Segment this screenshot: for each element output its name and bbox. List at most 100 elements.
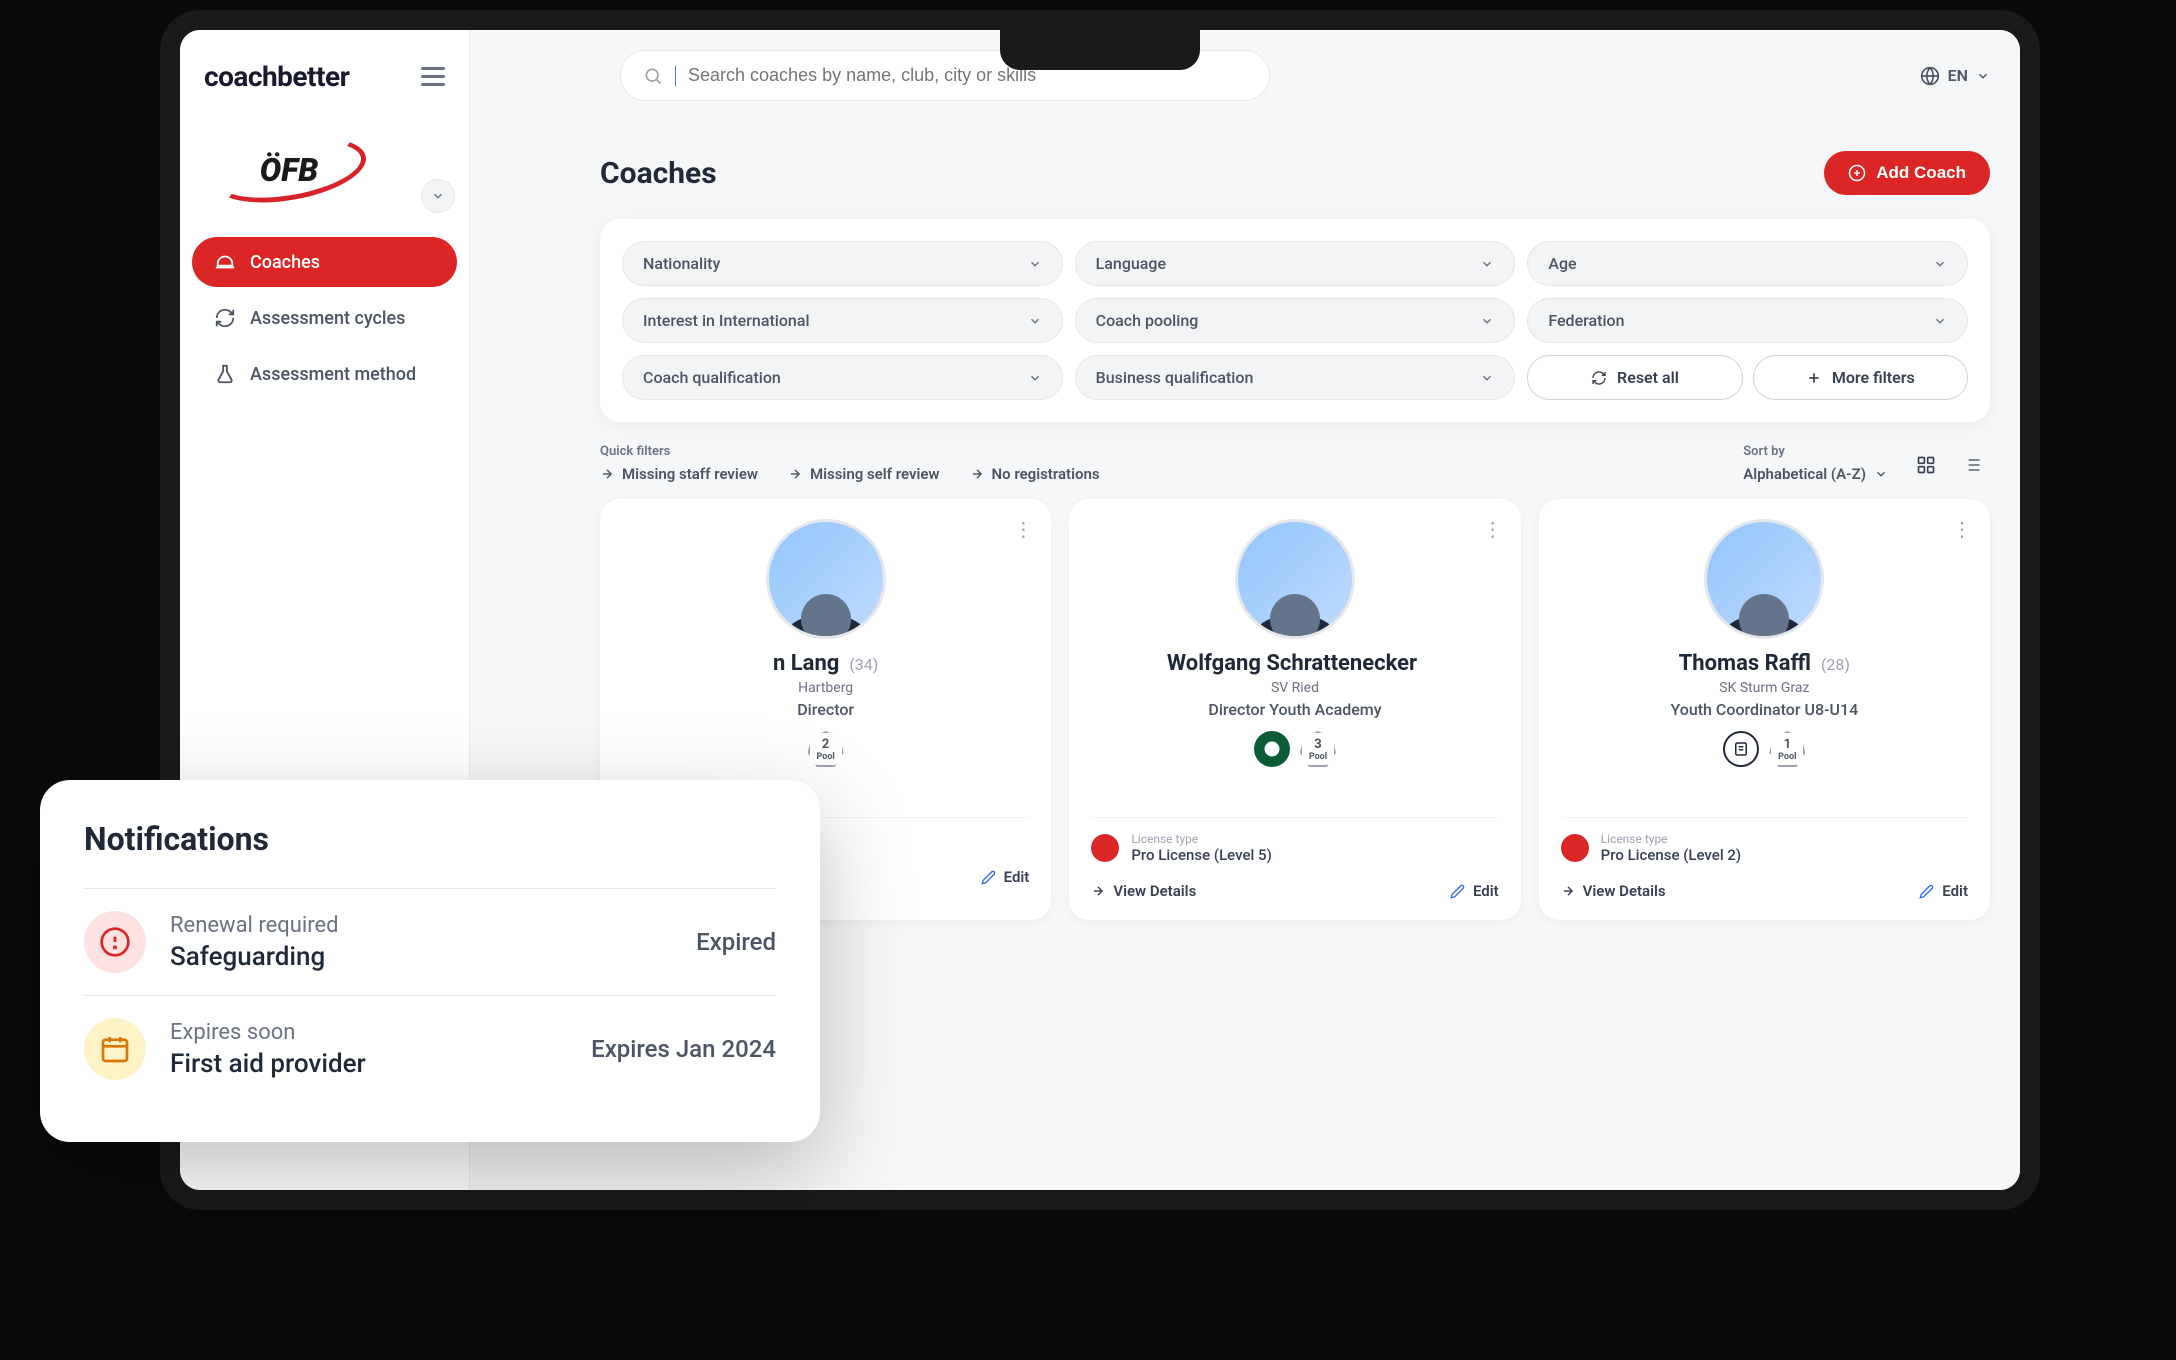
chevron-down-icon <box>1933 257 1947 271</box>
pool-badge: 3 Pool <box>1300 731 1336 767</box>
view-details-button[interactable]: View Details <box>1091 882 1196 900</box>
text-cursor <box>675 66 676 86</box>
helmet-icon <box>214 251 236 273</box>
coach-club: SV Ried <box>1091 680 1498 696</box>
notifications-title: Notifications <box>84 820 776 858</box>
uefa-icon <box>1561 834 1589 862</box>
filter-federation[interactable]: Federation <box>1527 298 1968 343</box>
chevron-down-icon <box>1028 371 1042 385</box>
arrow-right-icon <box>1561 884 1575 898</box>
refresh-icon <box>214 307 236 329</box>
license-value: Pro License (Level 5) <box>1131 846 1271 864</box>
coach-card: ⋮ Thomas Raffl (28) SK Sturm Graz Youth … <box>1539 499 1990 920</box>
sidebar-item-assessment-method[interactable]: Assessment method <box>192 349 457 399</box>
notification-item[interactable]: Renewal required Safeguarding Expired <box>84 888 776 995</box>
coach-name: Wolfgang Schrattenecker <box>1167 651 1417 676</box>
coach-age: (28) <box>1821 655 1850 674</box>
card-menu-icon[interactable]: ⋮ <box>1483 517 1503 541</box>
flask-icon <box>214 363 236 385</box>
quick-filter-missing-staff[interactable]: Missing staff review <box>600 465 758 483</box>
notification-status: Renewal required <box>170 913 672 938</box>
calendar-icon <box>84 1018 146 1080</box>
reset-filters-button[interactable]: Reset all <box>1527 355 1742 400</box>
chevron-down-icon <box>1480 314 1494 328</box>
avatar <box>1704 519 1824 639</box>
filter-coach-pooling[interactable]: Coach pooling <box>1075 298 1516 343</box>
license-row: License type Pro License (Level 5) <box>1091 817 1498 864</box>
filter-coach-qualification[interactable]: Coach qualification <box>622 355 1063 400</box>
quick-filters: Quick filters Missing staff review Missi… <box>600 444 1100 483</box>
pool-badge: 1 Pool <box>1769 731 1805 767</box>
menu-toggle-icon[interactable] <box>421 67 445 86</box>
sort-dropdown[interactable]: Alphabetical (A-Z) <box>1743 465 1888 483</box>
sidebar-item-label: Assessment cycles <box>250 308 405 329</box>
coach-card: ⋮ Wolfgang Schrattenecker SV Ried Direct… <box>1069 499 1520 920</box>
add-coach-button[interactable]: Add Coach <box>1824 151 1990 195</box>
globe-icon <box>1920 66 1940 86</box>
search-icon <box>643 66 663 86</box>
view-list-button[interactable] <box>1954 447 1990 483</box>
license-row: License type Pro License (Level 2) <box>1561 817 1968 864</box>
avatar <box>1235 519 1355 639</box>
avatar <box>766 519 886 639</box>
more-filters-button[interactable]: More filters <box>1753 355 1968 400</box>
list-icon <box>1962 455 1982 475</box>
filter-language[interactable]: Language <box>1075 241 1516 286</box>
chevron-down-icon <box>1874 467 1888 481</box>
filter-international[interactable]: Interest in International <box>622 298 1063 343</box>
notification-item[interactable]: Expires soon First aid provider Expires … <box>84 995 776 1102</box>
chevron-down-icon <box>1028 257 1042 271</box>
filter-age[interactable]: Age <box>1527 241 1968 286</box>
sidebar-item-assessment-cycles[interactable]: Assessment cycles <box>192 293 457 343</box>
edit-button[interactable]: Edit <box>1450 882 1499 900</box>
page-header: Coaches Add Coach <box>600 151 1990 195</box>
chevron-down-icon <box>1028 314 1042 328</box>
coach-role: Director Youth Academy <box>1091 700 1498 719</box>
sidebar-item-label: Coaches <box>250 252 320 273</box>
card-menu-icon[interactable]: ⋮ <box>1013 517 1033 541</box>
license-value: Pro License (Level 2) <box>1601 846 1741 864</box>
plus-icon <box>1806 370 1822 386</box>
edit-button[interactable]: Edit <box>981 868 1030 886</box>
page-title: Coaches <box>600 156 717 191</box>
refresh-icon <box>1591 370 1607 386</box>
sort-label: Sort by <box>1743 444 1888 459</box>
language-switcher[interactable]: EN <box>1920 66 1990 86</box>
notifications-panel: Notifications Renewal required Safeguard… <box>40 780 820 1142</box>
org-name: ÖFB <box>260 151 318 189</box>
arrow-right-icon <box>1091 884 1105 898</box>
notification-name: Safeguarding <box>170 942 672 972</box>
plus-circle-icon <box>1848 164 1866 182</box>
notification-meta: Expires Jan 2024 <box>591 1035 776 1063</box>
quick-filters-label: Quick filters <box>600 444 1100 459</box>
filter-business-qualification[interactable]: Business qualification <box>1075 355 1516 400</box>
quick-filter-missing-self[interactable]: Missing self review <box>788 465 940 483</box>
pencil-icon <box>1919 884 1934 899</box>
edit-button[interactable]: Edit <box>1919 882 1968 900</box>
sidebar-item-coaches[interactable]: Coaches <box>192 237 457 287</box>
sort-controls: Sort by Alphabetical (A-Z) <box>1743 444 1990 483</box>
view-grid-button[interactable] <box>1908 447 1944 483</box>
chevron-down-icon <box>1480 371 1494 385</box>
card-menu-icon[interactable]: ⋮ <box>1952 517 1972 541</box>
pencil-icon <box>1450 884 1465 899</box>
coach-age: (34) <box>849 655 878 674</box>
filter-panel: Nationality Language Age <box>600 219 1990 422</box>
pool-badge: 2 Pool <box>808 731 844 767</box>
notification-meta: Expired <box>696 928 776 956</box>
view-details-button[interactable]: View Details <box>1561 882 1666 900</box>
uefa-icon <box>1091 834 1119 862</box>
chevron-down-icon[interactable] <box>421 179 455 213</box>
club-badge-icon <box>1254 731 1290 767</box>
chevron-down-icon <box>1480 257 1494 271</box>
org-selector[interactable]: ÖFB <box>204 135 445 205</box>
filter-nationality[interactable]: Nationality <box>622 241 1063 286</box>
coach-name: n Lang <box>773 651 839 676</box>
quick-filter-no-registrations[interactable]: No registrations <box>970 465 1100 483</box>
grid-icon <box>1916 455 1936 475</box>
license-label: License type <box>1601 832 1741 846</box>
sidebar-header: coachbetter <box>180 60 469 123</box>
alert-circle-icon <box>84 911 146 973</box>
arrow-right-icon <box>970 467 984 481</box>
coach-role: Youth Coordinator U8-U14 <box>1561 700 1968 719</box>
